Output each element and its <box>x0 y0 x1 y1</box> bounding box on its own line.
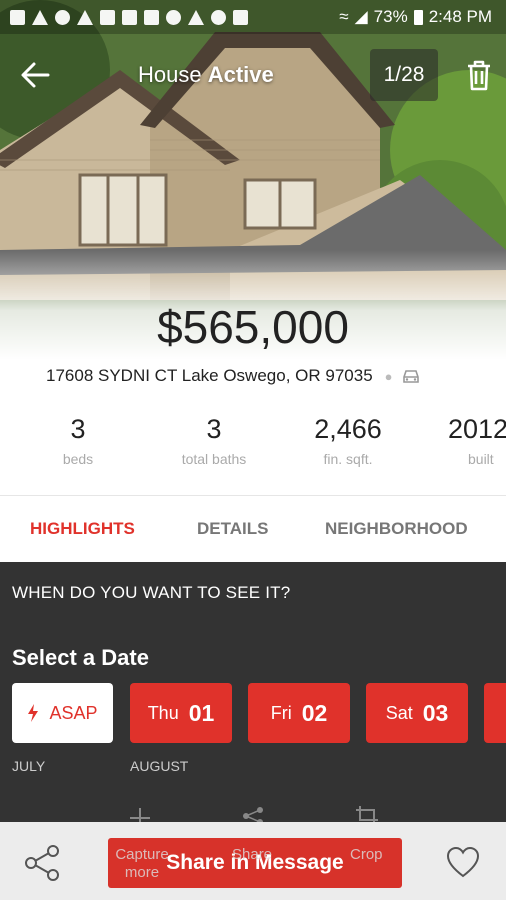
listing-title: House Active <box>138 62 274 88</box>
warning-icon <box>188 9 204 25</box>
date-number: 02 <box>301 699 328 726</box>
date-chip-sat[interactable]: Sat 03 <box>366 683 468 743</box>
date-day: Thu <box>147 702 179 723</box>
status-right: ≈ ◢ 73% 2:48 PM <box>339 7 506 27</box>
stat-label: fin. sqft. <box>323 451 373 467</box>
app-bar: House Active 1/28 <box>0 44 506 104</box>
clock: 2:48 PM <box>428 7 492 26</box>
title-prefix: House <box>138 62 202 87</box>
date-chip-fri[interactable]: Fri 02 <box>248 683 350 743</box>
image-icon <box>100 9 115 25</box>
heart-icon[interactable] <box>446 846 480 880</box>
stat-baths: 3 total baths <box>168 414 260 467</box>
stat-label: total baths <box>181 451 247 467</box>
person-icon <box>166 9 181 25</box>
tab-details[interactable]: DETAILS <box>197 496 268 562</box>
message-icon <box>10 9 25 25</box>
warning-icon <box>32 9 48 25</box>
property-stats: 3 beds 3 total baths 2,466 fin. sqft. 20… <box>0 414 506 484</box>
chat-icon <box>211 9 226 25</box>
car-icon[interactable] <box>401 368 421 384</box>
separator-dot: ● <box>384 368 393 384</box>
photo-counter[interactable]: 1/28 <box>370 49 438 101</box>
trash-icon[interactable] <box>464 58 494 92</box>
tab-bar: HIGHLIGHTS DETAILS NEIGHBORHOOD <box>0 495 506 562</box>
stat-built: 2012 built <box>448 414 506 467</box>
stat-beds: 3 beds <box>38 414 118 467</box>
share-icon[interactable] <box>22 842 64 884</box>
status-bar: ≈ ◢ 73% 2:48 PM <box>0 0 506 34</box>
warning-icon <box>77 9 93 25</box>
listing-address: 17608 SYDNI CT Lake Oswego, OR 97035 <box>46 366 373 385</box>
asap-label: ASAP <box>49 702 98 723</box>
stat-value: 2012 <box>448 414 506 444</box>
schedule-panel: WHEN DO YOU WANT TO SEE IT? Select a Dat… <box>0 562 506 826</box>
circle-icon <box>55 9 70 25</box>
month-label-july: JULY <box>12 758 46 774</box>
download-icon <box>144 9 159 25</box>
date-number: 01 <box>188 699 215 726</box>
date-day: Sat <box>385 702 413 723</box>
stat-value: 2,466 <box>314 414 382 444</box>
gallery-icon <box>122 9 137 25</box>
share-in-message-button[interactable]: Share in Message Capture more Share Crop <box>108 838 402 888</box>
back-arrow-icon[interactable] <box>18 58 52 92</box>
stat-value: 3 <box>206 414 222 444</box>
tab-highlights[interactable]: HIGHLIGHTS <box>30 496 135 562</box>
capture-more-label[interactable]: Capture more <box>110 846 174 882</box>
share-overlay-label[interactable]: Share <box>232 846 272 863</box>
bottom-bar: Share in Message Capture more Share Crop <box>0 822 506 900</box>
month-label-august: AUGUST <box>130 758 189 774</box>
battery-percent: 73% <box>373 7 408 26</box>
notification-icons <box>0 9 248 25</box>
schedule-question: WHEN DO YOU WANT TO SEE IT? <box>12 583 291 602</box>
select-date-heading: Select a Date <box>12 645 149 670</box>
title-status: Active <box>207 62 274 87</box>
date-day: Fri <box>270 702 292 723</box>
listing-price: $565,000 <box>157 301 349 353</box>
date-chip-thu[interactable]: Thu 01 <box>130 683 232 743</box>
asap-button[interactable]: ASAP <box>12 683 113 743</box>
stat-label: built <box>468 451 494 467</box>
date-chip-next[interactable] <box>484 683 506 743</box>
tab-neighborhood[interactable]: NEIGHBORHOOD <box>325 496 468 562</box>
stat-label: beds <box>62 451 94 467</box>
crop-label[interactable]: Crop <box>350 846 383 863</box>
wifi-icon: ≈ <box>339 7 349 26</box>
address-row: 17608 SYDNI CT Lake Oswego, OR 97035 ● <box>46 366 421 386</box>
stat-sqft: 2,466 fin. sqft. <box>300 414 396 467</box>
date-number: 03 <box>422 699 449 726</box>
lightning-icon <box>28 704 39 722</box>
signal-icon: ◢ <box>354 7 368 26</box>
battery-icon <box>413 9 423 25</box>
stat-value: 3 <box>70 414 86 444</box>
mute-icon <box>233 9 248 25</box>
